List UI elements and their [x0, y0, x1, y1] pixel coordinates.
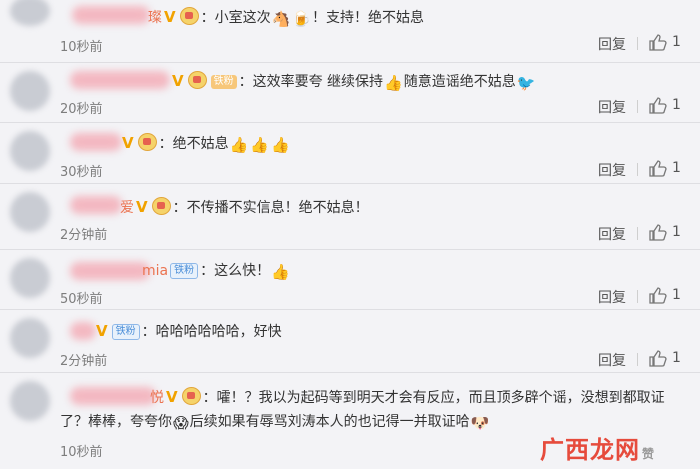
verified-v-icon: V: [172, 72, 184, 90]
comment-time: 2分钟前: [60, 354, 108, 369]
comment-text: V 铁粉 ：哈哈哈哈哈哈，好快: [96, 322, 282, 340]
comment-text: V 铁粉 ：这效率要夸 继续保持👍随意造谣绝不姑息🐦: [172, 71, 536, 92]
fan-badge: 铁粉: [111, 324, 140, 340]
username-suffix[interactable]: 爱: [120, 200, 134, 216]
username-suffix[interactable]: mia: [142, 263, 168, 279]
comment-item: mia 铁粉 ：这么快！👍 50秒前 回复 1: [0, 250, 700, 309]
username-blurred[interactable]: [70, 71, 170, 89]
beer-emoji-icon: 🍺: [292, 10, 311, 28]
reply-button[interactable]: 回复: [598, 160, 626, 180]
crown-icon: [181, 387, 201, 405]
angry-bird-emoji-icon: 🐦: [516, 74, 536, 92]
avatar[interactable]: [10, 131, 50, 171]
verified-v-icon: V: [96, 322, 108, 340]
comment-item: V ：绝不姑息👍 👍 👍 30秒前 回复 1: [0, 123, 700, 183]
comment-text: 爱 V ：不传播不实信息！绝不姑息！: [120, 197, 369, 216]
comment-time: 10秒前: [60, 445, 103, 460]
dog-emoji-icon: 🐶: [470, 414, 490, 432]
reply-button[interactable]: 回复: [598, 34, 626, 54]
comment-text: 悦 V ：嚯！？我以为起码等到明天才会有反应，而且顶多辟个谣，没想到都取证: [150, 387, 665, 406]
thumbs-up-icon[interactable]: [648, 159, 668, 177]
crown-icon: [137, 133, 157, 151]
crown-icon: [151, 197, 171, 215]
divider: [637, 163, 638, 176]
comment-feed: 璨 V ：小室这次🐴 🍺！支持！绝不姑息 10秒前 回复 1 V 铁粉 ：这效率要夸 继续…: [0, 0, 700, 469]
divider: [637, 37, 638, 50]
thumbs-up-icon[interactable]: [648, 33, 668, 51]
reply-button[interactable]: 回复: [598, 350, 626, 370]
comment-time: 30秒前: [60, 165, 103, 180]
username-suffix[interactable]: 璨: [148, 10, 162, 26]
divider: [637, 353, 638, 366]
like-count: 1: [672, 34, 681, 50]
comment-text-line2: 了？棒棒，夸夸你😱后续如果有辱骂刘涛本人的也记得一并取证哈🐶: [60, 414, 490, 432]
username-blurred[interactable]: [70, 322, 96, 340]
reply-button[interactable]: 回复: [598, 224, 626, 244]
comment-text: mia 铁粉 ：这么快！👍: [142, 263, 290, 281]
like-count: 1: [672, 160, 681, 176]
thumbs-up-emoji-icon: 👍: [384, 74, 403, 92]
comment-item: V 铁粉 ：这效率要夸 继续保持👍随意造谣绝不姑息🐦 20秒前 回复 1: [0, 63, 700, 122]
horse-emoji-icon: 🐴: [271, 10, 291, 28]
like-count: 1: [672, 97, 681, 113]
username-blurred[interactable]: [70, 133, 122, 151]
like-count: 1: [672, 350, 681, 366]
comment-item: 爱 V ：不传播不实信息！绝不姑息！ 2分钟前 回复 1: [0, 184, 700, 244]
comment-time: 50秒前: [60, 292, 103, 307]
avatar[interactable]: [10, 71, 50, 111]
avatar[interactable]: [10, 258, 50, 298]
username-blurred[interactable]: [70, 387, 156, 405]
username-suffix[interactable]: 悦: [150, 390, 164, 406]
crown-icon: [187, 71, 207, 89]
username-blurred[interactable]: [70, 196, 122, 214]
verified-v-icon: V: [164, 8, 176, 26]
crown-icon: [179, 7, 199, 25]
thumbs-up-emoji-icon: 👍: [229, 136, 249, 154]
comment-item: 璨 V ：小室这次🐴 🍺！支持！绝不姑息 10秒前 回复 1: [0, 0, 700, 62]
thumbs-up-icon[interactable]: [648, 349, 668, 367]
thumbs-up-emoji-icon: 👍: [271, 263, 290, 281]
reply-button[interactable]: 回复: [598, 287, 626, 307]
reply-button[interactable]: 回复: [598, 97, 626, 117]
thumbs-up-emoji-icon: 👍: [270, 136, 290, 154]
verified-v-icon: V: [166, 388, 178, 406]
comment-time: 2分钟前: [60, 228, 108, 243]
comment-text: 璨 V ：小室这次🐴 🍺！支持！绝不姑息: [148, 7, 424, 28]
comment-text: V ：绝不姑息👍 👍 👍: [122, 133, 290, 154]
fan-badge: 铁粉: [170, 263, 199, 279]
username-blurred[interactable]: [72, 6, 150, 24]
avatar[interactable]: [10, 192, 50, 232]
avatar[interactable]: [10, 318, 50, 358]
verified-v-icon: V: [122, 134, 134, 152]
comment-time: 20秒前: [60, 102, 103, 117]
scream-emoji-icon: 😱: [173, 414, 189, 432]
divider: [637, 290, 638, 303]
username-blurred[interactable]: [70, 262, 150, 280]
thumbs-up-icon[interactable]: [648, 223, 668, 241]
thumbs-up-icon[interactable]: [648, 96, 668, 114]
fan-badge: 铁粉: [210, 75, 237, 89]
thumbs-up-emoji-icon: 👍: [250, 136, 269, 154]
comment-item: V 铁粉 ：哈哈哈哈哈哈，好快 2分钟前 回复 1: [0, 310, 700, 370]
watermark: 广西龙网赞: [540, 436, 656, 464]
avatar[interactable]: [10, 381, 50, 421]
like-count: 1: [672, 287, 681, 303]
comment-time: 10秒前: [60, 40, 103, 55]
avatar[interactable]: [10, 0, 50, 26]
like-count: 1: [672, 224, 681, 240]
verified-v-icon: V: [136, 198, 148, 216]
thumbs-up-icon[interactable]: [648, 286, 668, 304]
divider: [637, 227, 638, 240]
divider: [637, 100, 638, 113]
